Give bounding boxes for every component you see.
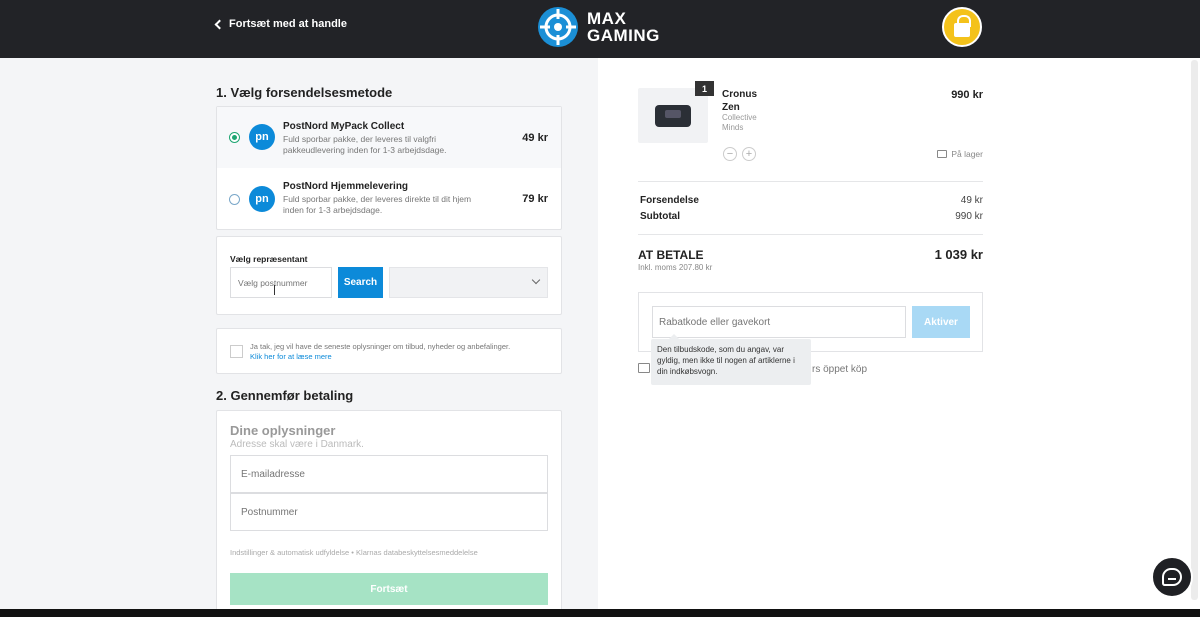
stock-label: På lager: [951, 149, 983, 159]
details-title: Dine oplysninger: [230, 423, 336, 438]
shipping-cost-label: Forsendelse: [640, 195, 699, 206]
shipping-option-home[interactable]: pn PostNord Hjemmelevering Fuld sporbar …: [217, 169, 561, 230]
chevron-left-icon: [214, 19, 225, 29]
shipping-option-name: PostNord MyPack Collect: [283, 121, 405, 132]
representative-card: Vælg repræsentant Search: [216, 236, 562, 315]
total-value: 1 039 kr: [934, 247, 983, 262]
chevron-down-icon: [531, 275, 541, 285]
total-label: AT BETALE: [638, 248, 704, 262]
representative-postal-input[interactable]: [230, 267, 332, 298]
activate-coupon-button[interactable]: Aktiver: [912, 306, 970, 338]
stock-status: På lager: [937, 149, 983, 159]
truck-icon: [638, 363, 650, 373]
shipping-option-name: PostNord Hjemmelevering: [283, 181, 409, 192]
controller-adapter-icon: [655, 104, 691, 127]
text-cursor-icon: [274, 285, 275, 295]
crosshair-logo-icon: [538, 7, 578, 47]
representative-select[interactable]: [389, 267, 548, 298]
shipping-option-desc: Fuld sporbar pakke, der leveres direkte …: [283, 194, 472, 215]
lock-icon: [954, 14, 971, 37]
product-name[interactable]: Cronus Zen: [722, 88, 762, 114]
postal-code-field[interactable]: [230, 493, 548, 531]
shipping-option-price: 79 kr: [522, 193, 548, 205]
product-price: 990 kr: [951, 89, 983, 101]
payment-section-title: 2. Gennemfør betaling: [216, 388, 354, 403]
divider: [638, 234, 983, 235]
representative-search-button[interactable]: Search: [338, 267, 383, 298]
shipping-option-price: 49 kr: [522, 132, 548, 144]
newsletter-text: Ja tak, jeg vil have de seneste oplysnin…: [250, 342, 511, 351]
total-vat-note: Inkl. moms 207.80 kr: [638, 263, 713, 272]
shipping-cost-value: 49 kr: [960, 195, 983, 206]
klarna-legal-links[interactable]: Indstillinger & automatisk udfyldelse • …: [230, 548, 478, 557]
continue-shopping-link[interactable]: Fortsæt med at handle: [214, 18, 347, 30]
shipping-section-title: 1. Vælg forsendelsesmetode: [216, 85, 393, 100]
order-summary-column: 1 Cronus Zen Collective Minds 990 kr − +…: [598, 58, 1200, 617]
postnord-icon: pn: [249, 186, 275, 212]
representative-label: Vælg repræsentant: [230, 254, 308, 264]
shipping-options-card: pn PostNord MyPack Collect Fuld sporbar …: [216, 106, 562, 230]
logo-word-max: MAX: [587, 9, 627, 28]
max-gaming-logo[interactable]: MAX GAMING: [537, 6, 660, 48]
postnord-icon: pn: [249, 124, 275, 150]
top-header: Fortsæt med at handle MAX GAMING: [0, 0, 1200, 58]
newsletter-checkbox[interactable]: [230, 345, 243, 358]
email-field[interactable]: [230, 455, 548, 493]
return-policy-text: rs öppet köp: [812, 364, 868, 375]
continue-button[interactable]: Fortsæt: [230, 573, 548, 605]
subtotal-label: Subtotal: [640, 211, 680, 222]
decrease-quantity-button[interactable]: −: [723, 147, 737, 161]
subtotal-value: 990 kr: [955, 211, 983, 222]
shipping-radio-mypack[interactable]: [229, 132, 240, 143]
page-scrollbar[interactable]: [1191, 60, 1198, 600]
increase-quantity-button[interactable]: +: [742, 147, 756, 161]
logo-word-gaming: GAMING: [587, 26, 660, 45]
newsletter-read-more-link[interactable]: Klik her for at læse mere: [250, 352, 510, 362]
coupon-error-tooltip: Den tilbudskode, som du angav, var gyldi…: [651, 334, 811, 385]
chat-icon: [1162, 568, 1182, 586]
trygg-ehandel-badge[interactable]: [942, 7, 982, 47]
chat-button[interactable]: [1151, 556, 1193, 598]
shipping-option-desc: Fuld sporbar pakke, der leveres til valg…: [283, 134, 447, 155]
product-image: [638, 88, 708, 143]
newsletter-card: Ja tak, jeg vil have de seneste oplysnin…: [216, 328, 562, 374]
divider: [638, 181, 983, 182]
klarna-details-card: Dine oplysninger Adresse skal være i Dan…: [216, 410, 562, 617]
details-subtitle: Adresse skal være i Danmark.: [230, 439, 364, 450]
product-brand: Collective Minds: [722, 113, 757, 132]
shipping-option-mypack[interactable]: pn PostNord MyPack Collect Fuld sporbar …: [217, 107, 561, 168]
continue-shopping-label: Fortsæt med at handle: [229, 18, 347, 30]
quantity-badge: 1: [695, 81, 714, 96]
coupon-input[interactable]: [652, 306, 906, 338]
checkout-left-column: 1. Vælg forsendelsesmetode pn PostNord M…: [0, 58, 598, 617]
package-icon: [937, 150, 948, 158]
shipping-radio-home[interactable]: [229, 194, 240, 205]
bottom-bar: [0, 609, 1200, 617]
